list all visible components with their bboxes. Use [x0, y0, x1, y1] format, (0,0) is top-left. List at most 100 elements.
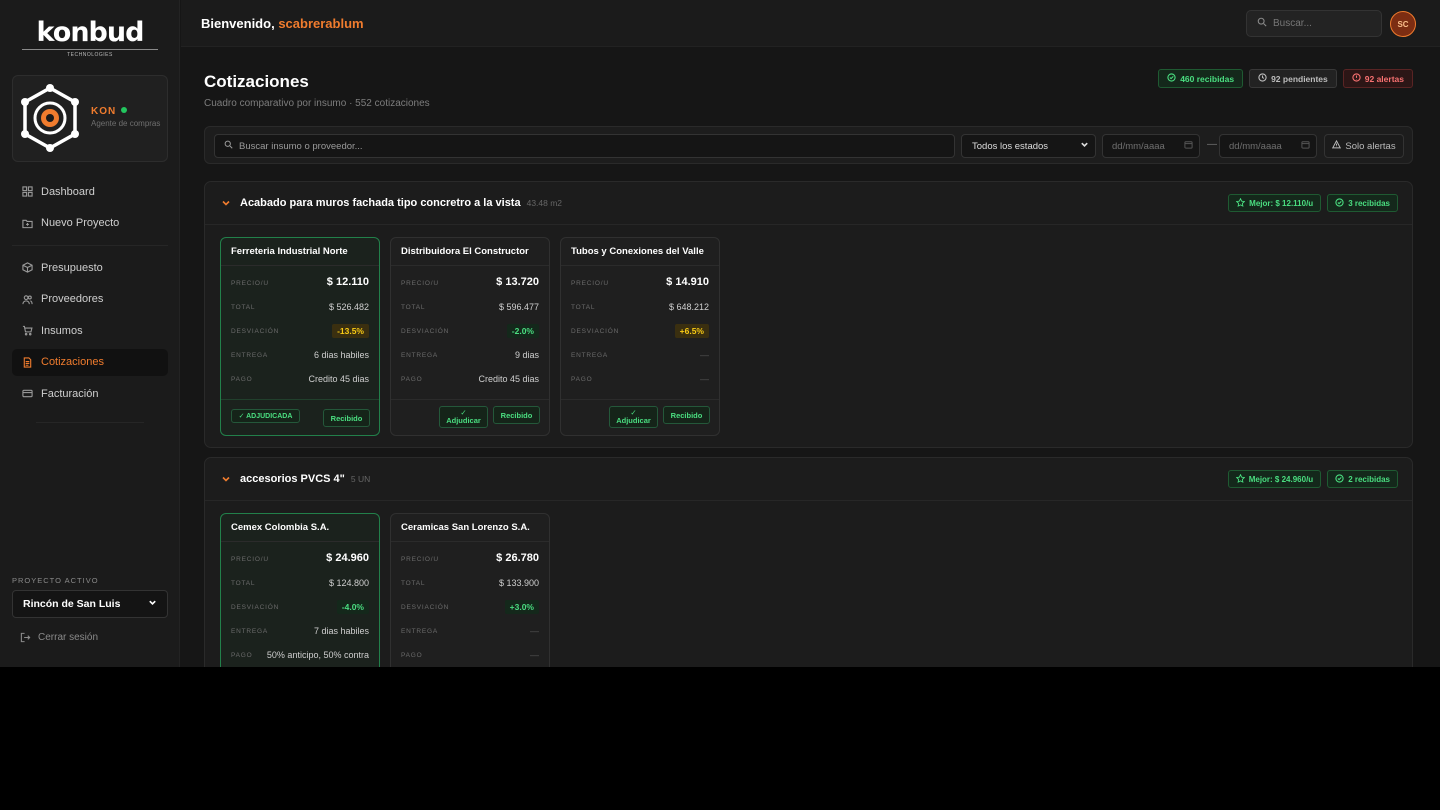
chevron-down-icon[interactable] [221, 474, 231, 484]
global-search-input[interactable] [1273, 18, 1373, 29]
quote-card[interactable]: Ferreteria Industrial Norte PRECIO/U $ 12… [220, 237, 380, 436]
delivery-row: ENTREGA 6 dias habiles [221, 343, 379, 367]
quote-group-header[interactable]: Acabado para muros fachada tipo concretr… [205, 182, 1412, 225]
deviation-row: DESVIACIÓN +3.0% [391, 595, 549, 619]
total-label: TOTAL [231, 304, 256, 311]
delivery-label: ENTREGA [231, 628, 269, 635]
award-button-label: Adjudicar [446, 416, 481, 425]
pending-badge[interactable]: 92 pendientes [1249, 69, 1337, 88]
price-label: PRECIO/U [401, 280, 439, 287]
received-count-text: 3 recibidas [1348, 198, 1390, 208]
received-badge[interactable]: 460 recibidas [1158, 69, 1244, 88]
chevron-down-icon [148, 598, 157, 610]
deviation-label: DESVIACIÓN [571, 328, 620, 335]
page-subtitle: Cuadro comparativo por insumo · 552 coti… [204, 98, 430, 109]
payment-value: Credito 45 dias [478, 374, 539, 384]
price-label: PRECIO/U [231, 556, 269, 563]
group-quantity: 43.48 m2 [526, 198, 563, 208]
delivery-label: ENTREGA [231, 352, 269, 359]
alerts-badge[interactable]: 92 alertas [1342, 69, 1413, 88]
search-icon [224, 140, 233, 152]
secondary-nav: Presupuesto Proveedores Insumos Cotizaci… [12, 254, 168, 412]
chevron-down-icon[interactable] [221, 198, 231, 208]
quote-card[interactable]: Distribuidora El Constructor PRECIO/U $ 1… [390, 237, 550, 436]
quote-card[interactable]: Tubos y Conexiones del Valle PRECIO/U $ 1… [560, 237, 720, 436]
delivery-value: 7 dias habiles [313, 626, 369, 636]
received-status-badge: Recibido [493, 406, 540, 424]
username[interactable]: scabrerablum [278, 16, 363, 31]
nav-insumos[interactable]: Insumos [12, 317, 168, 344]
brand-tagline: TECHNOLOGIES [67, 52, 113, 58]
global-search[interactable] [1246, 10, 1382, 37]
total-label: TOTAL [401, 304, 426, 311]
total-row: TOTAL $ 526.482 [221, 295, 379, 319]
pending-badge-text: 92 pendientes [1271, 73, 1328, 84]
logout-label: Cerrar sesión [38, 632, 99, 643]
price-label: PRECIO/U [231, 280, 269, 287]
unit-price: $ 26.780 [496, 552, 539, 564]
nav-presupuesto[interactable]: Presupuesto [12, 254, 168, 281]
main-nav: Dashboard Nuevo Proyecto [12, 178, 168, 241]
project-select[interactable]: Rincón de San Luis [12, 590, 168, 618]
total-row: TOTAL $ 124.800 [221, 571, 379, 595]
group-badges: Mejor: $ 24.960/u 2 recibidas [1227, 470, 1398, 488]
payment-label: PAGO [231, 376, 253, 383]
nav-dashboard[interactable]: Dashboard [12, 178, 168, 205]
deviation-row: DESVIACIÓN -13.5% [221, 319, 379, 343]
quote-search[interactable] [214, 134, 955, 158]
deviation-badge: +3.0% [504, 600, 539, 614]
card-footer: ✓ Adjudicar Recibido [391, 399, 549, 435]
quote-card[interactable]: Ceramicas San Lorenzo S.A. PRECIO/U $ 26.… [390, 513, 550, 667]
total-value: $ 648.212 [668, 302, 709, 312]
deviation-row: DESVIACIÓN +6.5% [561, 319, 719, 343]
agent-card[interactable]: KON Agente de compras [12, 75, 168, 162]
award-button[interactable]: ✓ Adjudicar [439, 406, 488, 428]
alerts-only-label: Solo alertas [1345, 140, 1396, 152]
deviation-row: DESVIACIÓN -2.0% [391, 319, 549, 343]
payment-label: PAGO [401, 652, 423, 659]
star-icon [1235, 197, 1246, 209]
nav-proveedores[interactable]: Proveedores [12, 286, 168, 313]
brand-logo[interactable]: konbud TECHNOLOGIES [18, 18, 162, 60]
nav-nuevo-proyecto[interactable]: Nuevo Proyecto [12, 210, 168, 237]
date-to-input[interactable]: dd/mm/aaaa [1219, 134, 1317, 158]
payment-value: Credito 45 dias [308, 374, 369, 384]
user-avatar[interactable]: SC [1390, 11, 1416, 37]
group-title-text: Acabado para muros fachada tipo concretr… [240, 197, 521, 209]
nav-cotizaciones[interactable]: Cotizaciones [12, 348, 168, 376]
nav-presupuesto-label: Presupuesto [41, 261, 103, 274]
chevron-down-icon [1080, 140, 1089, 152]
delivery-label: ENTREGA [401, 352, 439, 359]
award-button-label: Adjudicar [616, 416, 651, 425]
group-title: accesorios PVCS 4" 5 UN [240, 473, 370, 485]
logout-button[interactable]: Cerrar sesión [20, 632, 98, 643]
total-value: $ 526.482 [328, 302, 369, 312]
awarded-badge: ✓ ADJUDICADA [231, 409, 300, 423]
filter-bar: Todos los estados dd/mm/aaaa — dd/mm/aaa… [204, 126, 1413, 164]
price-label: PRECIO/U [401, 556, 439, 563]
status-filter[interactable]: Todos los estados [961, 134, 1096, 158]
nav-proveedores-label: Proveedores [41, 293, 104, 305]
search-icon [1257, 17, 1267, 30]
agent-name-text: KON [91, 106, 117, 117]
price-row: PRECIO/U $ 12.110 [221, 271, 379, 295]
award-button[interactable]: ✓ Adjudicar [609, 406, 658, 428]
date-from-input[interactable]: dd/mm/aaaa [1102, 134, 1200, 158]
quote-search-input[interactable] [239, 140, 919, 152]
delivery-row: ENTREGA — [561, 343, 719, 367]
quote-card[interactable]: Cemex Colombia S.A. PRECIO/U $ 24.960 TOT… [220, 513, 380, 667]
sidebar: konbud TECHNOLOGIES KON Agente de compra… [0, 0, 180, 667]
supplier-name: Cemex Colombia S.A. [221, 514, 379, 542]
payment-value: — [700, 374, 709, 384]
deviation-label: DESVIACIÓN [401, 328, 450, 335]
group-title: Acabado para muros fachada tipo concretr… [240, 197, 562, 209]
nav-facturacion-label: Facturación [41, 387, 99, 400]
supplier-name: Ceramicas San Lorenzo S.A. [391, 514, 549, 542]
alerts-only-toggle[interactable]: Solo alertas [1324, 134, 1404, 158]
nav-facturacion[interactable]: Facturación [12, 380, 168, 407]
delivery-label: ENTREGA [401, 628, 439, 635]
deviation-badge: -4.0% [336, 600, 369, 614]
payment-value: — [530, 650, 539, 660]
nav-divider-bottom [36, 422, 144, 423]
quote-group-header[interactable]: accesorios PVCS 4" 5 UN Mejor: $ 24.960/u… [205, 458, 1412, 501]
